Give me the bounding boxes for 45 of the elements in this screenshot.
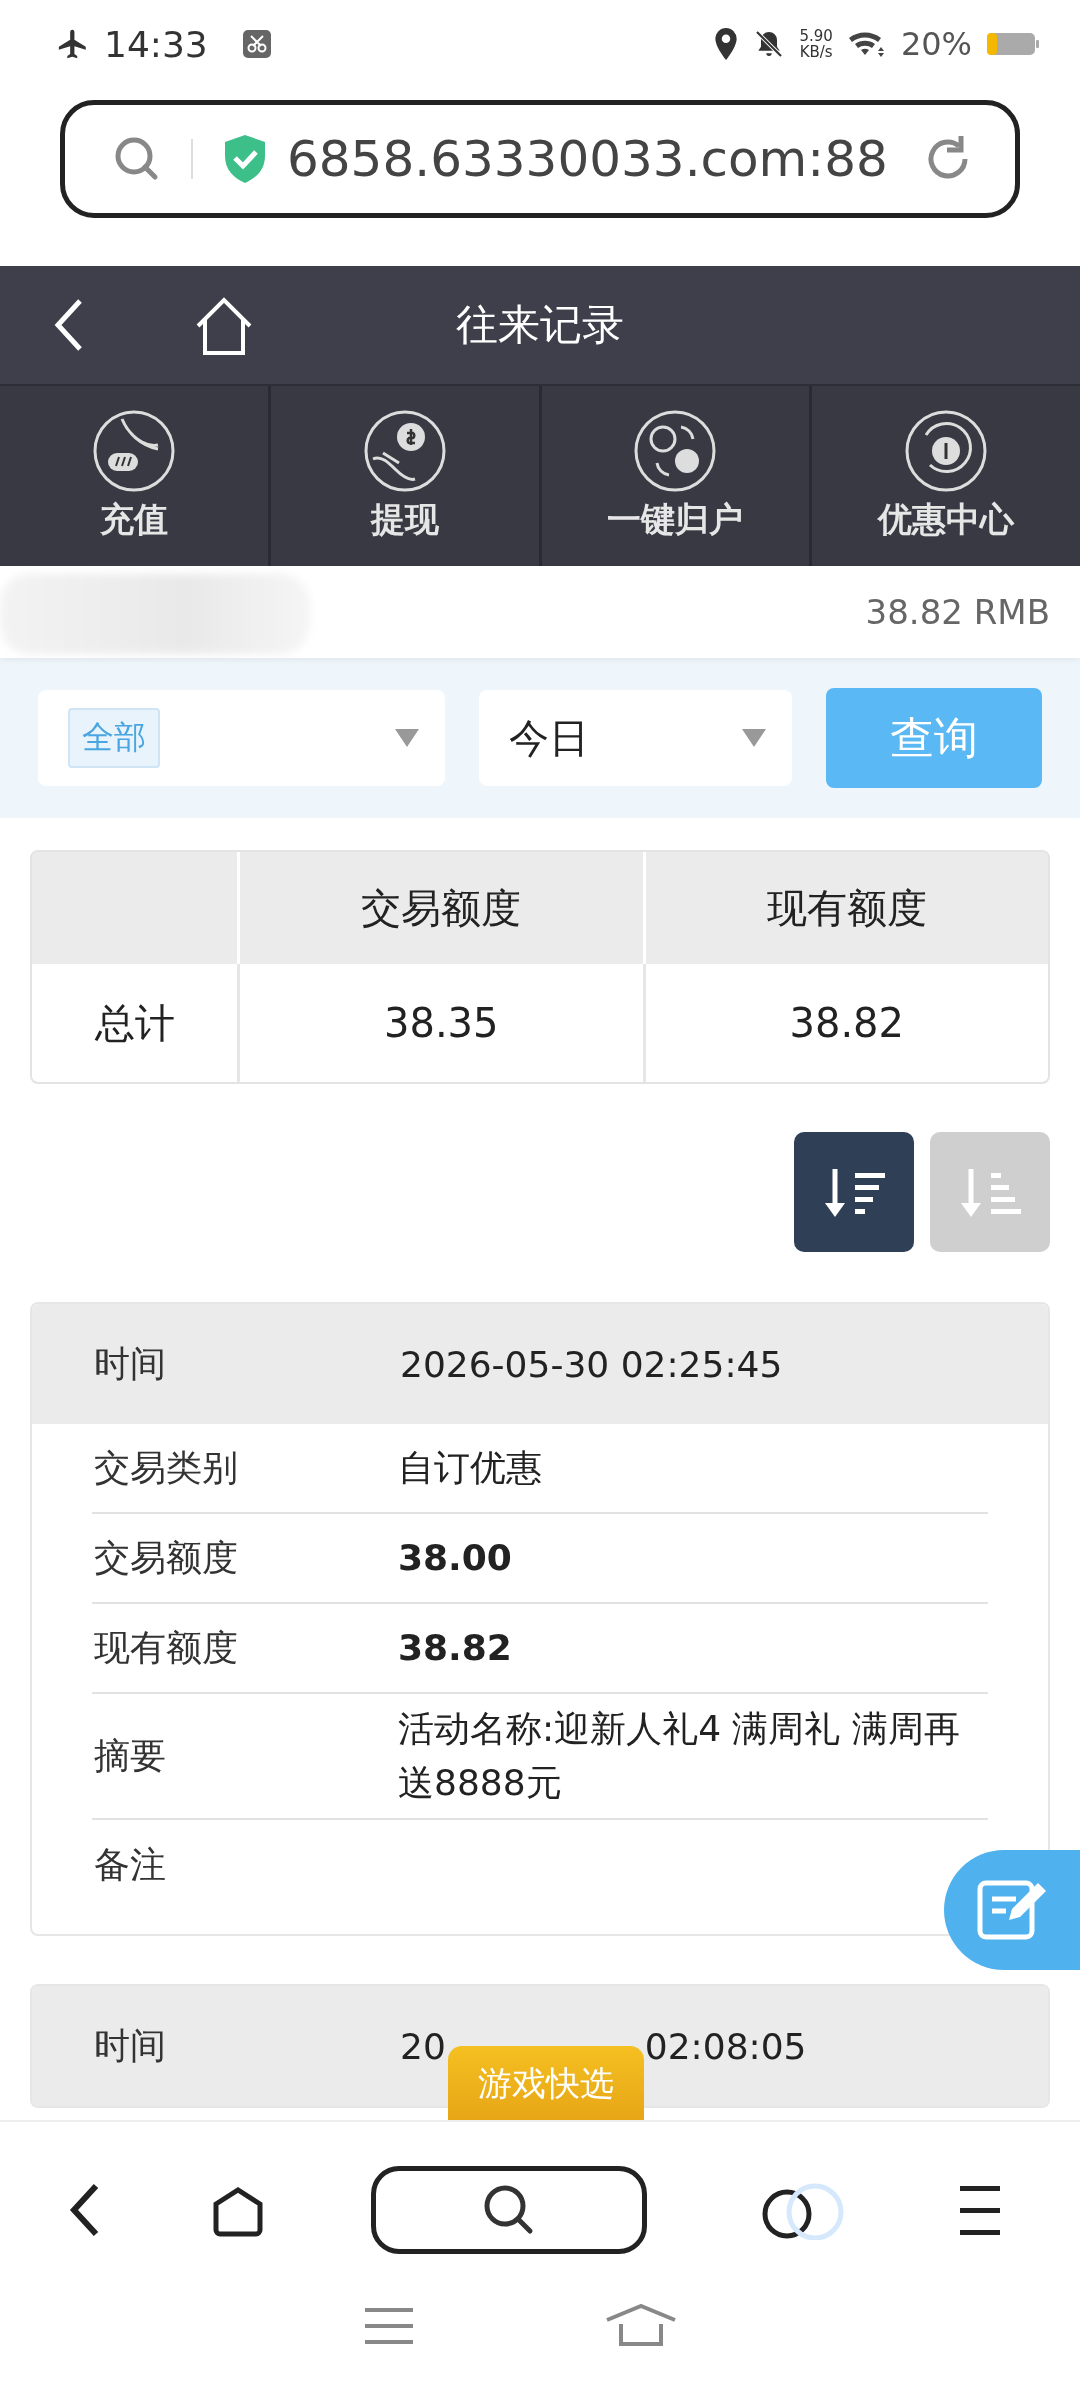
table-cell: 38.82 [789, 1000, 904, 1046]
sort-descending-button[interactable] [794, 1132, 914, 1252]
record-time: 2026-05-30 02:25:45 [400, 1343, 784, 1385]
column-header: 交易额度 [361, 883, 522, 933]
url-text: 6858.63330033.com:88 [287, 130, 889, 188]
column-header: 现有额度 [766, 883, 927, 933]
field-value: 38.00 [398, 1536, 513, 1580]
record-time: 02:08:05 [644, 2025, 807, 2067]
field-value: 38.82 [398, 1626, 513, 1670]
field-value: 活动名称:迎新人礼4 满周礼 满周再送8888元 [398, 1707, 961, 1805]
clock-time: 14:33 [104, 23, 208, 65]
hand-coin-icon [362, 409, 447, 493]
speed-unit: KB/s [799, 44, 833, 60]
address-bar[interactable]: 6858.63330033.com:88 [60, 100, 1020, 218]
quick-action-tab[interactable]: 充值 [0, 386, 271, 566]
coin-exchange-icon [633, 409, 718, 493]
field-label: 时间 [94, 2023, 167, 2068]
field-label: 交易类别 [94, 1445, 239, 1490]
field-label: 备注 [94, 1842, 167, 1887]
quick-action-tab[interactable]: 优惠中心 [812, 386, 1080, 566]
dropdown-caret-icon [741, 729, 766, 747]
field-value: 自订优惠 [398, 1446, 543, 1490]
quick-action-tab[interactable]: 提现 [270, 386, 542, 566]
battery-percent: 20% [900, 25, 972, 63]
type-tag: 全部 [68, 708, 160, 768]
coin-refresh-icon [904, 409, 989, 493]
page-title: 往来记录 [456, 299, 624, 351]
network-speed: 5.90 [799, 28, 833, 44]
date-dropdown[interactable]: 今日 [479, 690, 792, 786]
field-label: 现有额度 [94, 1625, 239, 1670]
back-icon[interactable] [54, 298, 84, 352]
quick-action-tab[interactable]: 一键归户 [541, 386, 813, 566]
dropdown-caret-icon [395, 729, 420, 747]
search-button[interactable] [371, 2166, 647, 2254]
balance-amount: 38.82 RMB [865, 592, 1050, 632]
field-label: 时间 [94, 1341, 167, 1386]
field-label: 交易额度 [94, 1535, 239, 1580]
table-cell: 38.35 [384, 1000, 499, 1046]
location-icon [713, 27, 740, 61]
row-label: 总计 [94, 998, 175, 1048]
record-time: 20 [400, 2025, 446, 2067]
hand-card-icon [91, 409, 176, 493]
battery-icon [986, 30, 1040, 58]
field-label: 摘要 [94, 1733, 167, 1778]
scissors-icon [241, 29, 272, 59]
